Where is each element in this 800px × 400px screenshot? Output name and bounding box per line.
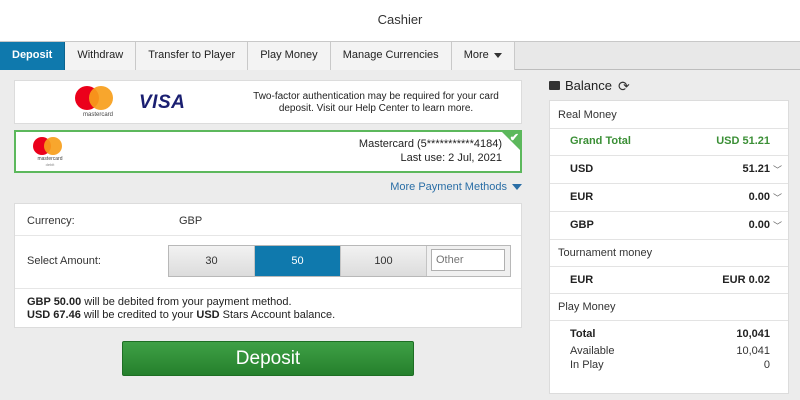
refresh-icon[interactable]: ⟳ xyxy=(618,78,630,95)
mastercard-logo-text: mastercard xyxy=(82,112,113,118)
available-value: 10,041 xyxy=(736,345,770,357)
currency-gbp-label: GBP xyxy=(570,219,594,231)
debit-note: GBP 50.00 will be debited from your paym… xyxy=(27,296,292,308)
mastercard-debit-logo: mastercard debit xyxy=(30,137,70,167)
in-play-label: In Play xyxy=(570,359,604,371)
tab-play-money[interactable]: Play Money xyxy=(248,42,331,70)
balance-panel: Real Money Grand Total USD 51.21 USD 51.… xyxy=(549,100,789,394)
divider xyxy=(15,288,521,289)
tournament-eur-value: EUR 0.02 xyxy=(722,274,770,286)
currency-label: Currency: xyxy=(27,215,75,227)
visa-logo: VISA xyxy=(139,92,186,113)
saved-card-option[interactable]: mastercard debit Mastercard (5**********… xyxy=(14,130,522,173)
other-amount-input[interactable] xyxy=(431,249,505,271)
grand-total-value: USD 51.21 xyxy=(716,135,770,147)
currency-usd-value: 51.21 xyxy=(742,163,770,175)
divider xyxy=(550,128,788,129)
currency-eur-value: 0.00 xyxy=(748,191,770,203)
divider xyxy=(550,320,788,321)
tournament-money-heading: Tournament money xyxy=(558,247,653,259)
more-payment-methods-label: More Payment Methods xyxy=(390,181,507,193)
deposit-button[interactable]: Deposit xyxy=(122,341,414,376)
real-money-heading: Real Money xyxy=(558,109,617,121)
tab-transfer-to-player[interactable]: Transfer to Player xyxy=(136,42,249,70)
tournament-eur-label: EUR xyxy=(570,274,594,286)
amount-option-100[interactable]: 100 xyxy=(341,246,427,276)
divider xyxy=(550,183,788,184)
divider xyxy=(15,235,521,236)
debit-note-text: will be debited from your payment method… xyxy=(81,296,292,308)
divider xyxy=(550,155,788,156)
tab-bar: Deposit Withdraw Transfer to Player Play… xyxy=(0,42,800,70)
chevron-down-icon xyxy=(493,52,502,58)
chevron-down-icon[interactable]: ﹀ xyxy=(773,163,782,176)
amount-selector: 30 50 100 xyxy=(168,245,511,277)
window-title: Cashier xyxy=(0,0,800,42)
divider xyxy=(550,239,788,240)
credit-note-end: Stars Account balance. xyxy=(219,309,336,321)
currency-gbp-value: 0.00 xyxy=(748,219,770,231)
currency-usd-label: USD xyxy=(570,163,594,175)
amount-other-wrapper xyxy=(427,246,510,276)
divider xyxy=(550,293,788,294)
select-amount-label: Select Amount: xyxy=(27,255,101,267)
grand-total-label: Grand Total xyxy=(570,135,631,147)
in-play-value: 0 xyxy=(763,359,770,371)
divider xyxy=(550,266,788,267)
saved-card-last-use: Last use: 2 Jul, 2021 xyxy=(400,152,502,164)
saved-card-number: Mastercard (5***********4184) xyxy=(358,138,502,150)
wallet-icon xyxy=(549,81,560,91)
checkmark-icon: ✔ xyxy=(509,132,519,144)
divider xyxy=(550,211,788,212)
currency-eur-label: EUR xyxy=(570,191,594,203)
credit-note: USD 67.46 will be credited to your USD S… xyxy=(27,309,335,321)
deposit-form: Currency: GBP Select Amount: 30 50 100 G… xyxy=(14,203,522,328)
card-brands-banner: mastercard VISA Two-factor authenticatio… xyxy=(14,80,522,124)
currency-value: GBP xyxy=(179,215,203,227)
chevron-down-icon[interactable]: ﹀ xyxy=(773,219,782,232)
more-payment-methods-link[interactable]: More Payment Methods xyxy=(380,181,522,193)
credit-note-text: will be credited to your xyxy=(80,309,197,321)
credit-amount: USD 67.46 xyxy=(27,309,81,321)
two-factor-notice: Two-factor authentication may be require… xyxy=(253,91,499,114)
saved-card-logo-subtext: debit xyxy=(45,162,55,167)
balance-header: Balance ⟳ xyxy=(549,78,789,100)
credit-currency: USD xyxy=(196,309,220,321)
debit-amount: GBP 50.00 xyxy=(27,296,82,308)
tab-deposit[interactable]: Deposit xyxy=(0,42,66,70)
triangle-down-icon xyxy=(512,184,522,191)
tab-more-label: More xyxy=(463,49,489,61)
tab-manage-currencies[interactable]: Manage Currencies xyxy=(330,42,452,70)
chevron-down-icon[interactable]: ﹀ xyxy=(773,191,782,204)
tab-more[interactable]: More xyxy=(451,42,515,70)
mastercard-logo: mastercard xyxy=(73,86,123,120)
amount-option-30[interactable]: 30 xyxy=(169,246,255,276)
play-money-heading: Play Money xyxy=(558,301,616,313)
play-total-value: 10,041 xyxy=(736,328,770,340)
play-total-label: Total xyxy=(570,328,596,340)
tab-withdraw[interactable]: Withdraw xyxy=(65,42,137,70)
amount-option-50[interactable]: 50 xyxy=(255,246,341,276)
available-label: Available xyxy=(570,345,615,357)
balance-title: Balance xyxy=(565,78,612,93)
